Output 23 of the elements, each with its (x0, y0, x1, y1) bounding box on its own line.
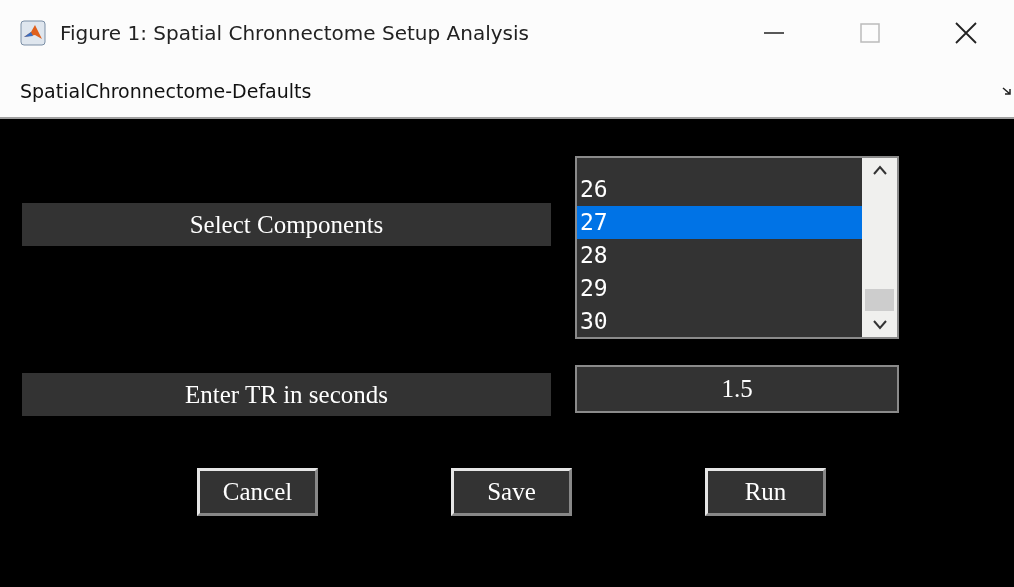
list-item[interactable]: 27 (577, 206, 862, 239)
list-item[interactable]: 28 (577, 239, 862, 272)
toolbar-title: SpatialChronnectome-Defaults (20, 80, 313, 102)
list-item[interactable]: 30 (577, 305, 862, 338)
minimize-icon (763, 31, 785, 34)
dialog-button[interactable]: Run (705, 468, 826, 516)
close-icon (955, 21, 977, 44)
field-label: Select Components (22, 203, 551, 246)
tr-input-field[interactable]: 1.5 (575, 365, 899, 413)
scroll-thumb[interactable] (865, 289, 894, 311)
field-label: Enter TR in seconds (22, 373, 551, 416)
scroll-down-icon[interactable] (871, 319, 888, 331)
component-list[interactable]: 26 27 28 29 30 (575, 156, 899, 339)
maximize-icon (859, 21, 881, 44)
scroll-up-icon[interactable] (871, 164, 888, 176)
window-title: Figure 1: Spatial Chronnectome Setup Analysis (60, 20, 530, 45)
dialog-button[interactable]: Cancel (197, 468, 318, 516)
dock-arrow-icon[interactable] (1002, 86, 1012, 96)
scrollbar[interactable] (862, 158, 897, 337)
dialog-button[interactable]: Save (451, 468, 572, 516)
app-icon (20, 19, 46, 46)
list-item[interactable]: 26 (577, 173, 862, 206)
list-item[interactable]: 29 (577, 272, 862, 305)
